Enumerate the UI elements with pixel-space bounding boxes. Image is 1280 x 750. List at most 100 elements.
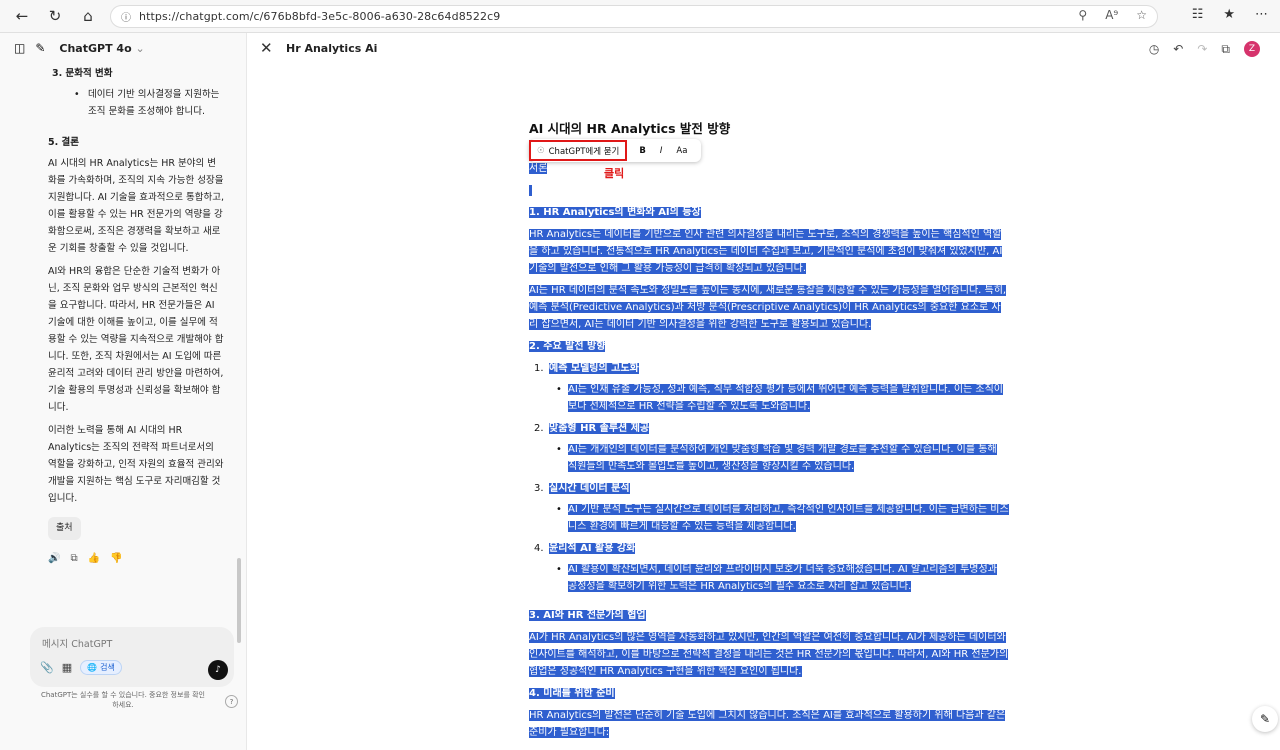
sparkle-icon: ☉: [537, 145, 545, 156]
section3-heading: 3. 문화적 변화: [52, 68, 113, 79]
list-item: 3. 실시간 데이터 분석: [529, 480, 1009, 497]
edit-pencil-button[interactable]: ✎: [1252, 706, 1278, 732]
section4-heading-text: 4. 미래를 위한 준비: [529, 688, 615, 699]
composer-placeholder: 메시지 ChatGPT: [42, 639, 113, 650]
selection-toolbar: ☉ ChatGPT에게 묻기 B I Aa: [529, 139, 701, 162]
section1-para-1-text: HR Analytics는 데이터를 기반으로 인사 관련 의사결정을 내리는 …: [529, 229, 1003, 274]
url-text: https://chatgpt.com/c/676b8bfd-3e5c-8006…: [139, 10, 501, 23]
reload-icon[interactable]: ↻: [44, 5, 66, 27]
list-item-title: 실시간 데이터 분석: [549, 483, 630, 494]
section2-heading: 2. 주요 발전 방향: [529, 338, 1009, 355]
read-aloud-icon[interactable]: 🔊: [48, 550, 60, 567]
conclusion-heading: 5. 결론: [48, 137, 80, 148]
message-composer[interactable]: 메시지 ChatGPT 📎 ▦ 🌐 검색 ♪: [30, 627, 234, 687]
globe-icon: 🌐: [87, 663, 98, 672]
click-annotation: 클릭: [604, 167, 625, 180]
list-item: 2. 맞춤형 HR 솔루션 제공: [529, 420, 1009, 437]
list-item-text: AI는 인재 유출 가능성, 성과 예측, 직무 적합성 평가 등에서 뛰어난 …: [568, 384, 1004, 412]
italic-button[interactable]: I: [660, 146, 663, 156]
attach-icon[interactable]: 📎: [40, 661, 54, 674]
pencil-icon: ✎: [1259, 712, 1271, 726]
list-item-title: 예측 모델링의 고도화: [549, 363, 639, 374]
copy-doc-icon[interactable]: ⧉: [1221, 42, 1230, 57]
avatar[interactable]: Z: [1244, 41, 1260, 57]
chevron-down-icon: ⌄: [135, 41, 145, 55]
voice-mode-button[interactable]: ♪: [208, 660, 228, 680]
list-item-text: AI 기반 분석 도구는 실시간으로 데이터를 처리하고, 즉각적인 인사이트를…: [568, 504, 1009, 532]
list-item-title: 맞춤형 HR 솔루션 제공: [549, 423, 650, 434]
intro-text: 서론: [529, 163, 548, 174]
sidebar-scrollbar[interactable]: [237, 558, 241, 643]
more-menu-icon[interactable]: ⋯: [1255, 7, 1268, 22]
list-number: 2.: [534, 423, 544, 434]
section3-para: AI가 HR Analytics의 많은 영역을 자동화하고 있지만, 인간의 …: [529, 629, 1009, 680]
model-label: ChatGPT 4o: [59, 41, 132, 55]
back-icon[interactable]: ←: [11, 5, 33, 27]
close-canvas-icon[interactable]: ✕: [260, 39, 273, 57]
canvas-document[interactable]: AI 시대의 HR Analytics 발전 방향 서론 1. HR Analy…: [529, 120, 1009, 746]
sources-chip[interactable]: 출처: [48, 517, 81, 540]
section4-para: HR Analytics의 발전은 단순히 기술 도입에 그치지 않습니다. 조…: [529, 707, 1009, 741]
bold-button[interactable]: B: [639, 146, 645, 156]
section1-para-1: HR Analytics는 데이터를 기반으로 인사 관련 의사결정을 내리는 …: [529, 226, 1009, 277]
section4-heading: 4. 미래를 위한 준비: [529, 685, 1009, 702]
new-chat-icon[interactable]: ✎: [35, 41, 45, 55]
section2-heading-text: 2. 주요 발전 방향: [529, 341, 606, 352]
list-item-text: AI는 개개인의 데이터를 분석하여 개인 맞춤형 학습 및 경력 개발 경로를…: [568, 444, 997, 472]
section3-para-text: AI가 HR Analytics의 많은 영역을 자동화하고 있지만, 인간의 …: [529, 632, 1009, 677]
list-item-detail: AI 활용이 확산되면서, 데이터 윤리와 프라이버시 보호가 더욱 중요해졌습…: [529, 561, 1009, 595]
redo-icon[interactable]: ↷: [1197, 42, 1207, 56]
site-info-icon[interactable]: ⓘ: [121, 9, 131, 24]
canvas-header: ✕ Hr Analytics Ai ◷ ↶ ↷ ⧉ Z: [248, 33, 1280, 65]
thumbs-up-icon[interactable]: 👍: [88, 550, 100, 567]
list-number: 3.: [534, 483, 544, 494]
list-number: 1.: [534, 363, 544, 374]
favorites-icon[interactable]: ★: [1223, 7, 1235, 22]
undo-icon[interactable]: ↶: [1173, 42, 1183, 56]
section3-heading: 3. AI와 HR 전문가의 협업: [529, 607, 1009, 624]
browser-toolbar: ← ↻ ⌂ ⓘ https://chatgpt.com/c/676b8bfd-3…: [0, 0, 1280, 33]
read-aloud-icon[interactable]: A⁹: [1105, 8, 1118, 22]
search-toggle[interactable]: 🌐 검색: [80, 660, 122, 675]
tools-icon[interactable]: ▦: [62, 661, 72, 674]
empty-line: [529, 182, 1009, 199]
list-item-title: 윤리적 AI 활용 강화: [549, 543, 636, 554]
extensions-icon[interactable]: ☷: [1192, 7, 1204, 22]
search-label: 검색: [100, 663, 115, 672]
zoom-icon[interactable]: ⚲: [1078, 8, 1087, 22]
favorite-star-icon[interactable]: ☆: [1136, 8, 1147, 22]
list-item-text: AI 활용이 확산되면서, 데이터 윤리와 프라이버시 보호가 더욱 중요해졌습…: [568, 564, 997, 592]
section1-heading-text: 1. HR Analytics의 변화와 AI의 등장: [529, 207, 701, 218]
ask-chatgpt-label: ChatGPT에게 묻기: [548, 146, 620, 157]
section1-para-2: AI는 HR 데이터의 분석 속도와 정밀도를 높이는 동시에, 새로운 통찰을…: [529, 282, 1009, 333]
ask-chatgpt-button[interactable]: ☉ ChatGPT에게 묻기: [529, 140, 628, 161]
list-item-detail: AI는 인재 유출 가능성, 성과 예측, 직무 적합성 평가 등에서 뛰어난 …: [529, 381, 1009, 415]
section3-heading-text: 3. AI와 HR 전문가의 협업: [529, 610, 646, 621]
section1-para-2-text: AI는 HR 데이터의 분석 속도와 정밀도를 높이는 동시에, 새로운 통찰을…: [529, 285, 1007, 330]
section3-bullet: 데이터 기반 의사결정을 지원하는 조직 문화를 조성해야 합니다.: [48, 86, 224, 120]
list-item: 4. 윤리적 AI 활용 강화: [529, 540, 1009, 557]
assistant-message: 3. 문화적 변화 데이터 기반 의사결정을 지원하는 조직 문화를 조성해야 …: [48, 65, 224, 567]
disclaimer-text: ChatGPT는 실수를 할 수 있습니다. 중요한 정보를 확인하세요.: [40, 691, 205, 709]
home-icon[interactable]: ⌂: [77, 5, 99, 27]
doc-title: AI 시대의 HR Analytics 발전 방향: [529, 121, 731, 136]
section1-heading: 1. HR Analytics의 변화와 AI의 등장: [529, 204, 1009, 221]
list-item-detail: AI는 개개인의 데이터를 분석하여 개인 맞춤형 학습 및 경력 개발 경로를…: [529, 441, 1009, 475]
list-item-detail: AI 기반 분석 도구는 실시간으로 데이터를 처리하고, 즉각적인 인사이트를…: [529, 501, 1009, 535]
thumbs-down-icon[interactable]: 👎: [110, 550, 122, 567]
address-bar[interactable]: ⓘ https://chatgpt.com/c/676b8bfd-3e5c-80…: [110, 5, 1158, 28]
help-icon[interactable]: ?: [225, 695, 238, 708]
canvas-title: Hr Analytics Ai: [286, 42, 378, 55]
model-selector[interactable]: ChatGPT 4o ⌄: [59, 42, 144, 55]
list-number: 4.: [534, 543, 544, 554]
sidebar-toggle-icon[interactable]: ◫: [14, 41, 25, 55]
history-icon[interactable]: ◷: [1149, 42, 1159, 56]
copy-icon[interactable]: ⧉: [70, 550, 77, 567]
conclusion-para-2: AI와 HR의 융합은 단순한 기술적 변화가 아닌, 조직 문화와 업무 방식…: [48, 266, 224, 413]
section4-para-text: HR Analytics의 발전은 단순히 기술 도입에 그치지 않습니다. 조…: [529, 710, 1006, 738]
conclusion-para-3: 이러한 노력을 통해 AI 시대의 HR Analytics는 조직의 전략적 …: [48, 425, 224, 504]
conclusion-para-1: AI 시대의 HR Analytics는 HR 분야의 변화를 가속화하며, 조…: [48, 158, 224, 254]
list-item: 1. 예측 모델링의 고도화: [529, 360, 1009, 377]
intro-line: 서론: [529, 160, 1009, 177]
text-style-button[interactable]: Aa: [676, 146, 687, 156]
